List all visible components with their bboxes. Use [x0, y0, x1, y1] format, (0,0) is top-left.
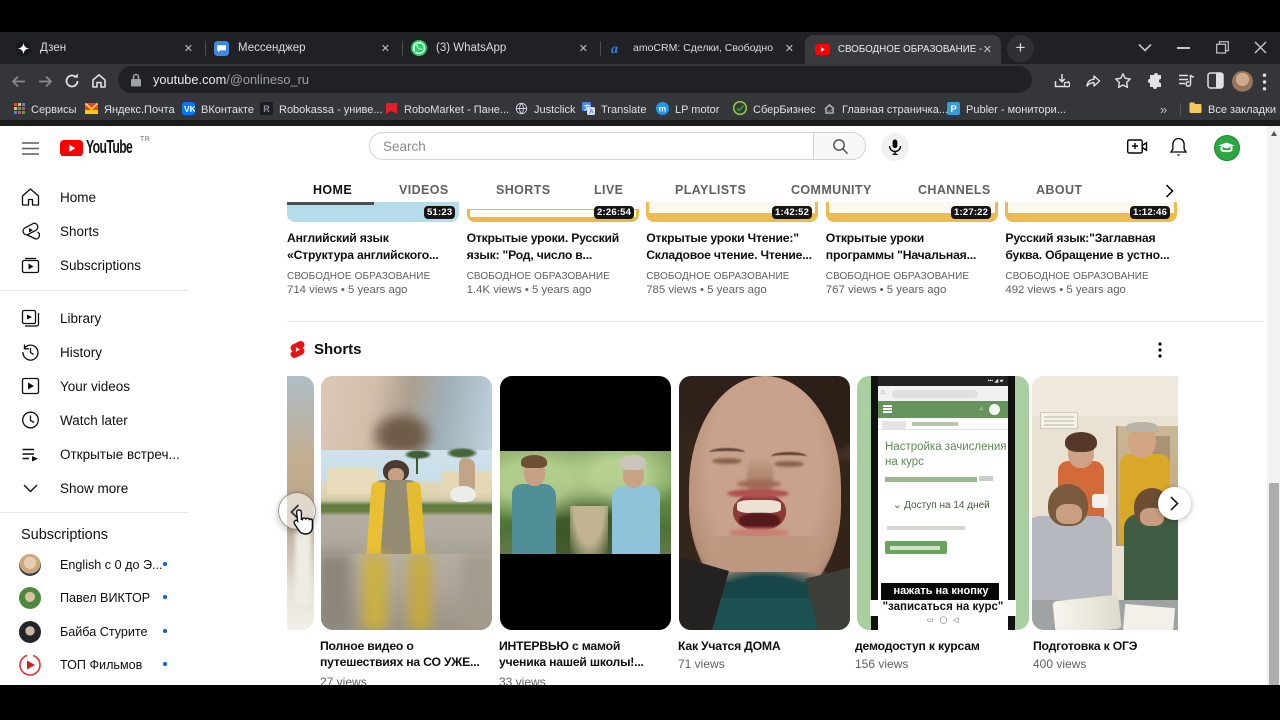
svg-text:m: m	[659, 103, 667, 113]
svg-text:P: P	[950, 104, 957, 115]
svg-text:R: R	[263, 104, 270, 114]
svg-text:A: A	[589, 108, 594, 114]
svg-text:VK: VK	[184, 103, 195, 113]
svg-text:a: a	[611, 42, 618, 56]
